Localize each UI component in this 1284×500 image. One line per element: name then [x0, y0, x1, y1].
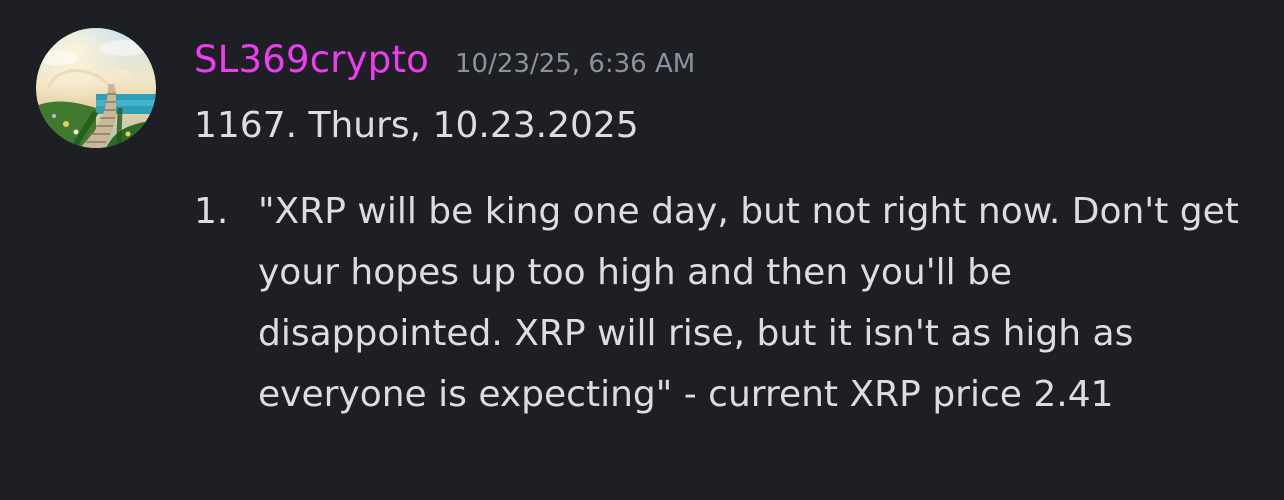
list-item: 1. "XRP will be king one day, but not ri…	[194, 181, 1264, 425]
stairway-to-heaven-avatar-icon	[36, 28, 156, 148]
username[interactable]: SL369crypto	[194, 38, 429, 81]
avatar[interactable]	[36, 28, 156, 148]
message-list: 1. "XRP will be king one day, but not ri…	[194, 181, 1264, 425]
list-item-text: "XRP will be king one day, but not right…	[258, 191, 1239, 415]
list-marker: 1.	[194, 191, 229, 232]
timestamp[interactable]: 10/23/25, 6:36 AM	[455, 49, 695, 79]
chat-message: SL369crypto 10/23/25, 6:36 AM 1167. Thur…	[0, 0, 1284, 500]
message-headline: 1167. Thurs, 10.23.2025	[194, 105, 639, 146]
message-header: SL369crypto 10/23/25, 6:36 AM	[194, 38, 695, 92]
